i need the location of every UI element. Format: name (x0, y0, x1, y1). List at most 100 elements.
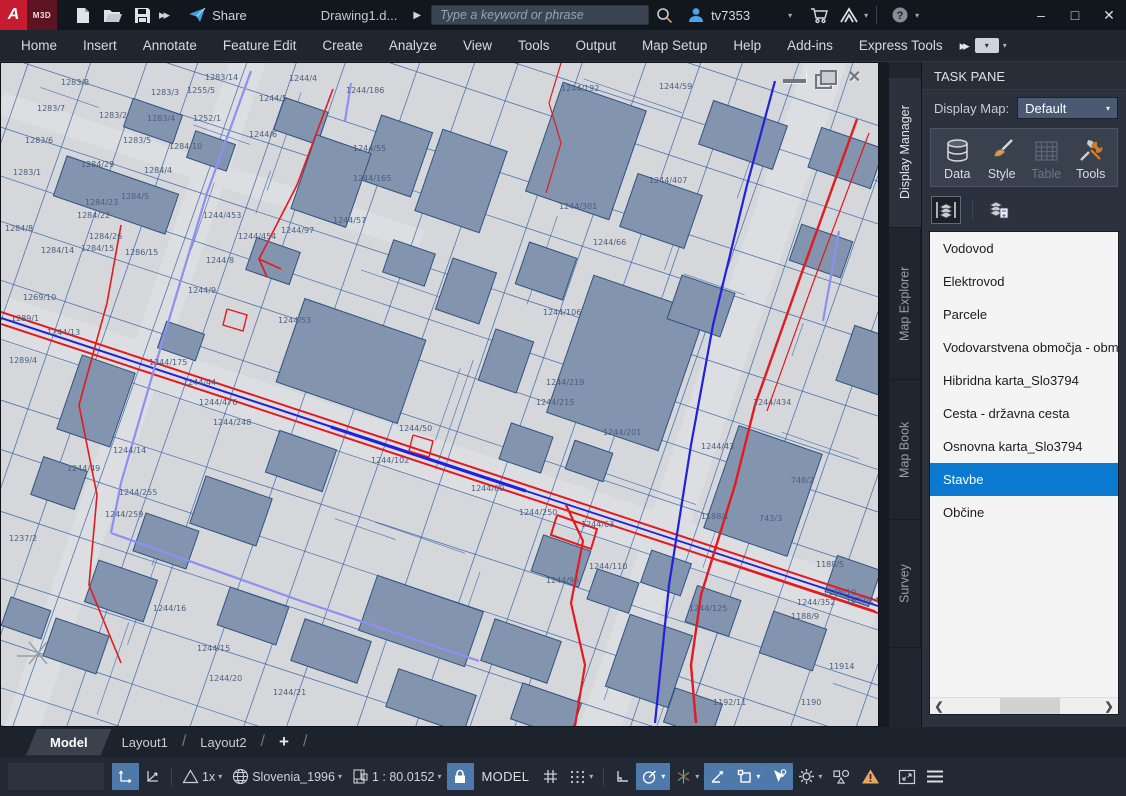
layer-item-ob-ine[interactable]: Občine (930, 496, 1118, 529)
side-tab-display-manager[interactable]: Display Manager (889, 78, 921, 228)
annotation-scale-icon (182, 769, 199, 784)
drawing-minimize-icon[interactable] (783, 70, 806, 83)
help-button[interactable]: ? (887, 3, 913, 27)
isolate-objects-button[interactable] (827, 763, 856, 790)
app-logo[interactable]: A M3D (0, 0, 57, 30)
account-button[interactable]: tv7353 (687, 6, 750, 24)
side-tab-map-explorer[interactable]: Map Explorer (889, 228, 921, 380)
layer-item-vodovarstvena-obmo-ja-obm[interactable]: Vodovarstvena območja - obm (930, 331, 1118, 364)
search-input[interactable] (431, 5, 649, 25)
display-map-select[interactable]: Default ▾ (1017, 97, 1118, 119)
share-button[interactable]: Share (188, 7, 247, 23)
menu-create[interactable]: Create (309, 38, 376, 53)
layer-group-bar (922, 195, 1126, 231)
menu-annotate[interactable]: Annotate (130, 38, 210, 53)
taskpane-tool-style[interactable]: Style (980, 138, 1025, 181)
add-layout-button[interactable]: + (269, 732, 299, 752)
annotation-scale-button[interactable]: 1x ▾ (177, 763, 227, 790)
quick-access-more-button[interactable]: ▸▸ (159, 7, 168, 23)
side-tab-map-book[interactable]: Map Book (889, 380, 921, 520)
map-drawing[interactable]: 1283/81283/71283/61283/11283/31283/41283… (1, 63, 878, 726)
autodesk-menu-button[interactable] (836, 3, 862, 27)
grid-toggle-button[interactable] (537, 763, 564, 790)
scroll-left-icon[interactable]: ❮ (930, 700, 948, 713)
annotation-monitor-button[interactable] (856, 763, 885, 790)
menu-tools[interactable]: Tools (505, 38, 563, 53)
svg-text:1244/20: 1244/20 (209, 674, 242, 683)
layer-item-osnovna-karta-slo3794[interactable]: Osnovna karta_Slo3794 (930, 430, 1118, 463)
svg-text:1244/5: 1244/5 (259, 94, 287, 103)
isodraft-button[interactable]: ▾ (670, 763, 704, 790)
layer-item-cesta-dr-avna-cesta[interactable]: Cesta - državna cesta (930, 397, 1118, 430)
menu-overflow-button[interactable]: ▸▸ (960, 38, 967, 54)
svg-text:1244/6: 1244/6 (249, 130, 277, 139)
dynamic-ucs-button[interactable] (139, 763, 166, 790)
side-tab-survey[interactable]: Survey (889, 520, 921, 648)
layer-groups-button[interactable] (932, 197, 960, 223)
coordinate-system-button[interactable]: Slovenia_1996 ▾ (227, 763, 347, 790)
layer-item-vodovod[interactable]: Vodovod (930, 232, 1118, 265)
help-caret-icon[interactable]: ▾ (915, 11, 919, 20)
ribbon-state-button[interactable]: ▾ (975, 38, 999, 53)
viewport-scale-button[interactable]: 1 : 80.0152 ▾ (347, 763, 447, 790)
layer-item-hibridna-karta-slo3794[interactable]: Hibridna karta_Slo3794 (930, 364, 1118, 397)
menu-home[interactable]: Home (8, 38, 70, 53)
scrollbar-track[interactable] (948, 698, 1100, 714)
menu-express-tools[interactable]: Express Tools (846, 38, 956, 53)
svg-text:1244/13: 1244/13 (47, 328, 80, 337)
ucs-toggle-button[interactable] (112, 763, 139, 790)
snap-mode-button[interactable]: ▾ (564, 763, 598, 790)
layout-tab-model[interactable]: Model (26, 729, 112, 756)
menu-insert[interactable]: Insert (70, 38, 130, 53)
object-snap-button[interactable]: ▾ (731, 763, 765, 790)
doc-expand-icon[interactable]: ▶ (413, 10, 421, 21)
layout-tab-layout1[interactable]: Layout1 (112, 735, 178, 750)
selection-cycling-button[interactable] (765, 763, 793, 790)
scrollbar-thumb[interactable] (1000, 698, 1061, 714)
layer-item-elektrovod[interactable]: Elektrovod (930, 265, 1118, 298)
drawing-close-icon[interactable]: ✕ (843, 70, 866, 87)
menu-view[interactable]: View (450, 38, 505, 53)
store-button[interactable] (806, 3, 832, 27)
minimize-button[interactable]: – (1024, 0, 1058, 30)
lock-viewport-button[interactable] (447, 763, 474, 790)
customization-button[interactable]: ▾ (793, 763, 827, 790)
space-indicator[interactable]: MODEL (474, 769, 538, 784)
menu-analyze[interactable]: Analyze (376, 38, 450, 53)
account-caret-icon[interactable]: ▾ (788, 11, 792, 20)
statusbar-menu-button[interactable] (921, 763, 949, 790)
save-button[interactable] (129, 3, 155, 27)
annotation-scale-value: 1x (202, 770, 215, 784)
layer-item-stavbe[interactable]: Stavbe (930, 463, 1118, 496)
layout-tab-layout2[interactable]: Layout2 (190, 735, 256, 750)
display-map-label: Display Map: (934, 101, 1009, 116)
layer-item-parcele[interactable]: Parcele (930, 298, 1118, 331)
drawing-restore-icon[interactable] (813, 70, 836, 87)
taskpane-tool-data[interactable]: Data (935, 138, 980, 181)
menu-help[interactable]: Help (720, 38, 774, 53)
taskpane-tool-tools[interactable]: Tools (1069, 138, 1114, 181)
new-file-button[interactable] (69, 3, 95, 27)
menu-feature-edit[interactable]: Feature Edit (210, 38, 310, 53)
ribbon-state-caret-icon[interactable]: ▾ (1003, 41, 1007, 50)
svg-text:1244/16: 1244/16 (153, 604, 186, 613)
search-button[interactable] (651, 3, 677, 27)
autodesk-caret-icon[interactable]: ▾ (864, 11, 868, 20)
layout-tab-separator: / (178, 733, 190, 751)
scroll-right-icon[interactable]: ❯ (1100, 700, 1118, 713)
menu-output[interactable]: Output (562, 38, 629, 53)
close-button[interactable]: ✕ (1092, 0, 1126, 30)
ortho-toggle-button[interactable] (609, 763, 636, 790)
drawing-viewport[interactable]: 1283/81283/71283/61283/11283/31283/41283… (0, 62, 879, 727)
cart-icon (810, 7, 829, 24)
maximize-button[interactable]: □ (1058, 0, 1092, 30)
layer-list-hscrollbar[interactable]: ❮ ❯ (930, 697, 1118, 714)
clean-screen-button[interactable] (893, 763, 921, 790)
add-layer-group-button[interactable] (985, 197, 1013, 223)
menu-map-setup[interactable]: Map Setup (629, 38, 720, 53)
polar-tracking-button[interactable]: ▾ (636, 763, 670, 790)
open-file-button[interactable] (99, 3, 125, 27)
object-snap-tracking-button[interactable] (704, 763, 731, 790)
menu-add-ins[interactable]: Add-ins (774, 38, 846, 53)
open-folder-icon (103, 7, 122, 23)
